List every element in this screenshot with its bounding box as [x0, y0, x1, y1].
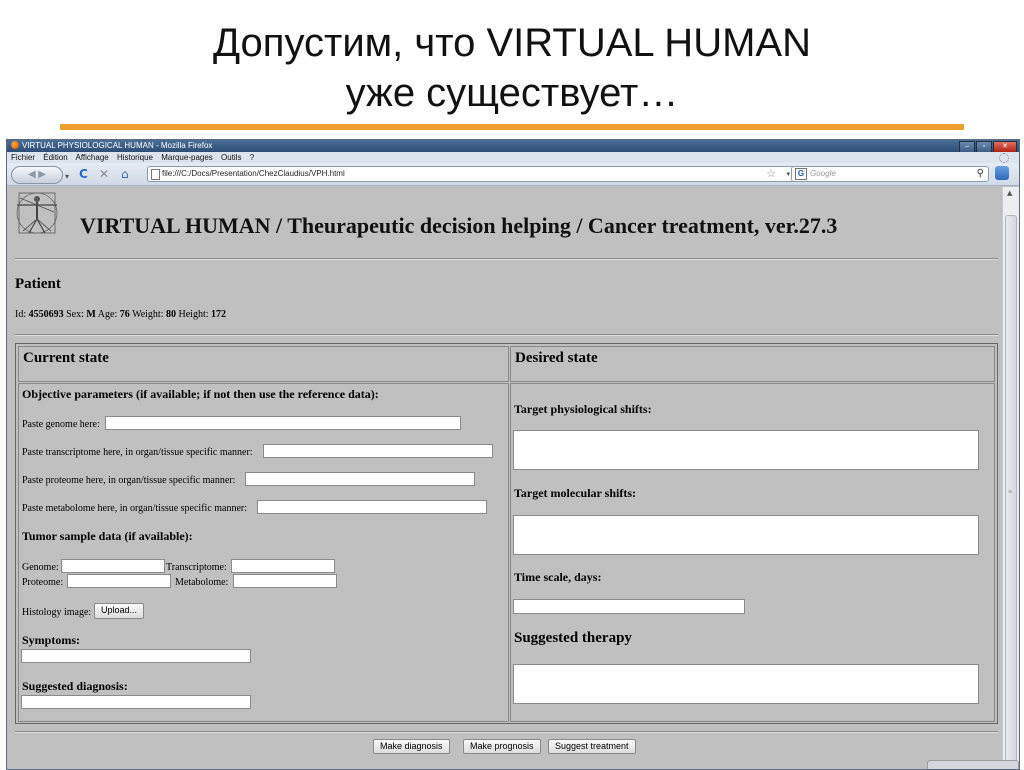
tumor-metabolome-label: Metabolome:	[175, 577, 229, 588]
menu-affichage[interactable]: Affichage	[76, 153, 109, 162]
accent-divider	[60, 124, 964, 130]
therapy-output[interactable]	[513, 664, 979, 704]
metabolome-input[interactable]	[257, 500, 487, 514]
scroll-up-icon[interactable]: ▲	[1007, 189, 1012, 197]
patient-height: 172	[211, 309, 226, 320]
url-dropdown-icon[interactable]: ▾	[786, 167, 790, 181]
physiological-heading: Target physiological shifts:	[514, 402, 652, 416]
upload-button[interactable]: Upload...	[94, 603, 145, 619]
current-state-panel: Objective parameters (if available; if n…	[18, 383, 509, 722]
molecular-shifts-input[interactable]	[513, 515, 979, 555]
search-placeholder: Google	[810, 169, 836, 178]
timescale-input[interactable]	[513, 599, 745, 614]
patient-age-label: Age:	[97, 309, 118, 320]
diagnosis-input[interactable]	[21, 695, 251, 709]
title-divider	[15, 258, 998, 260]
history-dropdown-icon[interactable]: ▾	[65, 170, 69, 184]
objective-heading: Objective parameters (if available; if n…	[22, 387, 379, 401]
symptoms-input[interactable]	[21, 649, 251, 663]
search-engine-icon[interactable]: G	[795, 168, 807, 180]
transcriptome-input[interactable]	[263, 444, 493, 458]
molecular-heading: Target molecular shifts:	[514, 486, 636, 500]
patient-age: 76	[119, 309, 130, 320]
make-prognosis-button[interactable]: Make prognosis	[463, 739, 541, 754]
tumor-metabolome-input[interactable]	[233, 574, 337, 588]
page-icon	[151, 169, 160, 180]
patient-divider	[15, 334, 998, 336]
scrollbar-grip-icon: ≡	[1008, 487, 1013, 496]
current-state-header: Current state	[18, 346, 509, 382]
timescale-heading: Time scale, days:	[514, 570, 602, 584]
make-diagnosis-button[interactable]: Make diagnosis	[373, 739, 450, 754]
proteome-input[interactable]	[245, 472, 475, 486]
state-table: Current state Desired state Objective pa…	[15, 343, 998, 724]
home-icon[interactable]: ⌂	[121, 167, 129, 181]
star-icon[interactable]: ☆	[766, 167, 776, 181]
browser-window: VIRTUAL PHYSIOLOGICAL HUMAN - Mozilla Fi…	[6, 139, 1020, 770]
firefox-logo-icon	[11, 141, 19, 149]
throbber-icon	[999, 153, 1009, 163]
diagnosis-heading: Suggested diagnosis:	[22, 679, 128, 693]
patient-info: Id: 4550693 Sex: M Age: 76 Weight: 80 He…	[15, 309, 226, 320]
proteome-label: Paste proteome here, in organ/tissue spe…	[22, 475, 236, 486]
current-state-title: Current state	[23, 350, 109, 366]
url-bar[interactable]: file:///C:/Docs/Presentation/ChezClaudiu…	[147, 166, 795, 182]
vertical-scrollbar[interactable]: ▲ ≡	[1002, 187, 1019, 769]
tumor-proteome-input[interactable]	[67, 574, 171, 588]
magnifier-icon[interactable]: ⚲	[977, 167, 984, 181]
patient-heading: Patient	[15, 276, 61, 292]
menu-edition[interactable]: Édition	[43, 153, 67, 162]
menu-outils[interactable]: Outils	[221, 153, 241, 162]
patient-weight: 80	[166, 309, 176, 320]
menu-bar: Fichier Édition Affichage Historique Mar…	[7, 152, 1019, 163]
tumor-genome-label: Genome:	[22, 562, 59, 573]
patient-height-label: Height:	[178, 309, 209, 320]
suggest-treatment-button[interactable]: Suggest treatment	[548, 739, 636, 754]
desired-state-title: Desired state	[515, 350, 598, 366]
page-content: VIRTUAL HUMAN / Theurapeutic decision he…	[7, 187, 1001, 769]
tumor-transcriptome-input[interactable]	[231, 559, 335, 573]
patient-sex-label: Sex:	[66, 309, 84, 320]
therapy-heading: Suggested therapy	[514, 630, 632, 646]
window-title: VIRTUAL PHYSIOLOGICAL HUMAN - Mozilla Fi…	[22, 141, 213, 150]
menu-historique[interactable]: Historique	[117, 153, 153, 162]
tumor-genome-input[interactable]	[61, 559, 165, 573]
slide-title-line1: Допустим, что VIRTUAL HUMAN	[213, 21, 811, 65]
histology-label: Histology image:	[22, 607, 92, 618]
actions-divider	[15, 731, 998, 733]
forward-icon[interactable]: ▶	[38, 169, 46, 180]
genome-input[interactable]	[105, 416, 461, 430]
menu-help[interactable]: ?	[250, 153, 254, 162]
status-strip	[927, 760, 1019, 769]
slide-title-line2: уже существует…	[345, 71, 679, 115]
addon-icon[interactable]	[995, 166, 1009, 180]
desired-state-header: Desired state	[510, 346, 995, 382]
patient-id-label: Id:	[15, 309, 27, 320]
url-text: file:///C:/Docs/Presentation/ChezClaudiu…	[162, 169, 345, 178]
tumor-heading: Tumor sample data (if available):	[22, 529, 193, 543]
window-titlebar: VIRTUAL PHYSIOLOGICAL HUMAN - Mozilla Fi…	[7, 140, 1019, 153]
tumor-transcriptome-label: Transcriptome:	[166, 562, 227, 573]
patient-weight-label: Weight:	[132, 309, 164, 320]
transcriptome-label: Paste transcriptome here, in organ/tissu…	[22, 447, 253, 458]
vitruvian-man-icon	[16, 192, 58, 234]
stop-icon[interactable]: ✕	[99, 167, 109, 181]
menu-fichier[interactable]: Fichier	[11, 153, 35, 162]
metabolome-label: Paste metabolome here, in organ/tissue s…	[22, 503, 248, 514]
physiological-shifts-input[interactable]	[513, 430, 979, 470]
tumor-proteome-label: Proteome:	[22, 577, 64, 588]
navigation-toolbar: ◀ ▶ ▾ C ✕ ⌂ file:///C:/Docs/Presentation…	[7, 163, 1019, 186]
back-icon[interactable]: ◀	[28, 169, 36, 180]
menu-marque-pages[interactable]: Marque-pages	[161, 153, 213, 162]
genome-label: Paste genome here:	[22, 419, 100, 430]
patient-id: 4550693	[28, 309, 64, 320]
reload-icon[interactable]: C	[79, 167, 88, 181]
app-title: VIRTUAL HUMAN / Theurapeutic decision he…	[80, 213, 838, 238]
symptoms-heading: Symptoms:	[22, 633, 81, 647]
search-bar[interactable]: G Google ⚲	[791, 166, 989, 182]
slide-title: Допустим, что VIRTUAL HUMAN уже существу…	[0, 18, 1024, 118]
back-forward-button[interactable]: ◀ ▶	[11, 166, 63, 184]
patient-sex: M	[86, 309, 96, 320]
desired-state-panel: Target physiological shifts: Target mole…	[510, 383, 995, 722]
